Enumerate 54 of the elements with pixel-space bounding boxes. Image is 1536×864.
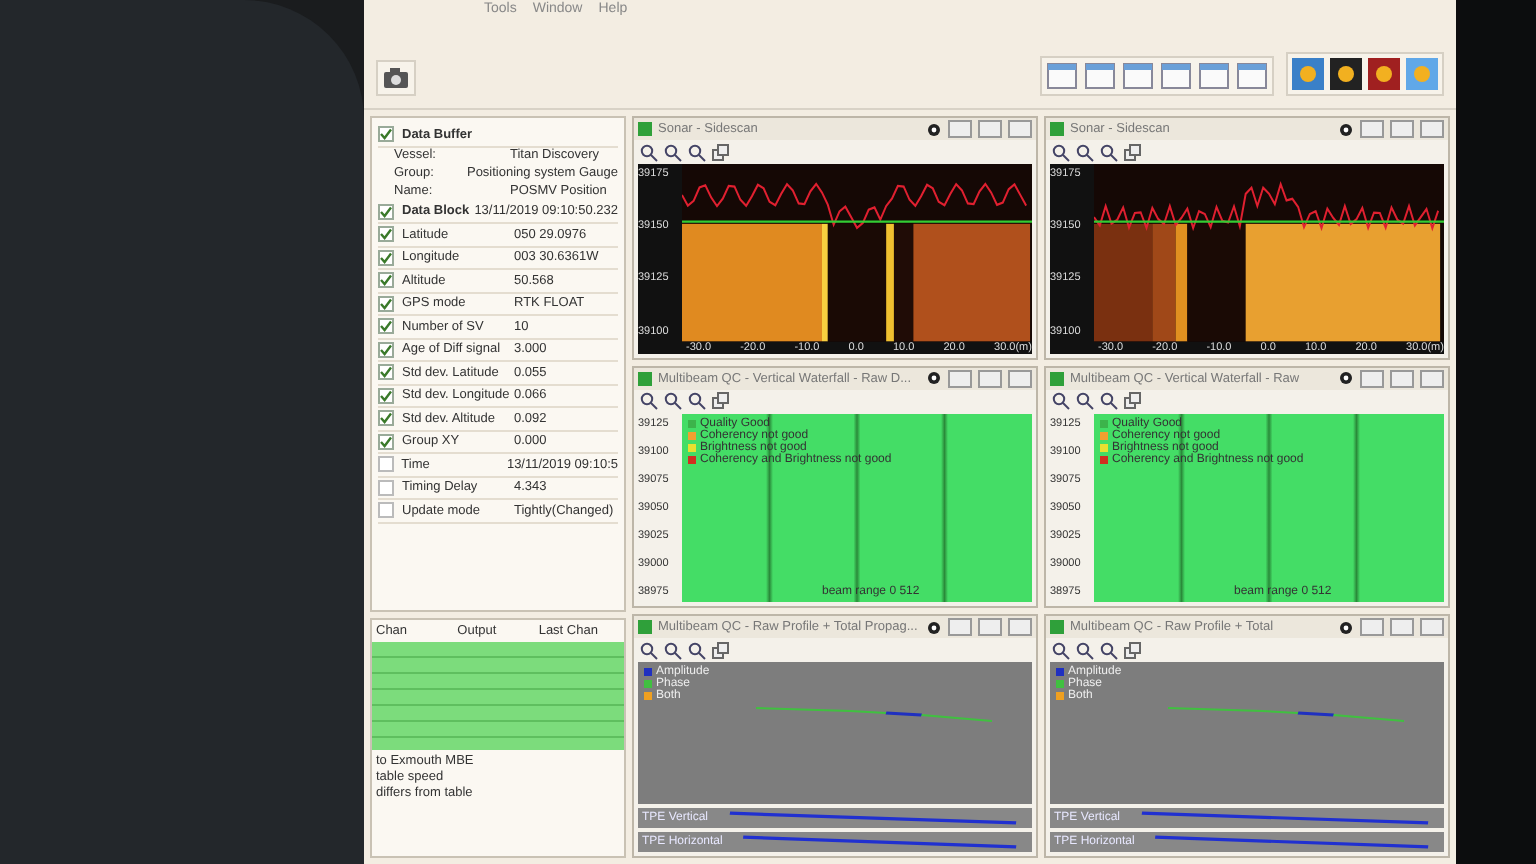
zoom-icon[interactable] bbox=[1076, 641, 1094, 660]
sun-icon[interactable] bbox=[1368, 58, 1400, 90]
zoom-icon[interactable] bbox=[1052, 392, 1070, 411]
checkbox[interactable] bbox=[378, 410, 394, 427]
layers-icon[interactable] bbox=[712, 143, 730, 161]
zoom-icon[interactable] bbox=[640, 143, 658, 161]
zoom-icon[interactable] bbox=[688, 641, 706, 660]
app-icon bbox=[1050, 122, 1064, 136]
zoom-icon[interactable] bbox=[1100, 143, 1118, 161]
zoom-icon[interactable] bbox=[1076, 143, 1094, 161]
checkbox[interactable] bbox=[378, 295, 394, 312]
zoom-icon[interactable] bbox=[1100, 392, 1118, 411]
app-icon bbox=[638, 122, 652, 136]
layers-icon[interactable] bbox=[712, 392, 730, 411]
window-icon[interactable] bbox=[1198, 62, 1230, 90]
checkbox[interactable] bbox=[378, 272, 394, 289]
checkbox[interactable] bbox=[378, 456, 394, 473]
zoom-icon[interactable] bbox=[640, 641, 658, 660]
checkbox[interactable] bbox=[378, 226, 394, 243]
zoom-icon[interactable] bbox=[1052, 641, 1070, 660]
layers-icon[interactable] bbox=[1124, 143, 1142, 161]
checkbox[interactable] bbox=[378, 341, 394, 358]
checkbox[interactable] bbox=[378, 249, 394, 266]
window-icon[interactable] bbox=[1046, 62, 1078, 90]
app-icon bbox=[1050, 371, 1064, 386]
zoom-icon[interactable] bbox=[664, 641, 682, 660]
window-icon[interactable] bbox=[1236, 62, 1268, 90]
checkbox[interactable] bbox=[378, 126, 394, 143]
zoom-icon[interactable] bbox=[1100, 641, 1118, 660]
app-icon bbox=[1050, 620, 1064, 635]
zoom-icon[interactable] bbox=[664, 392, 682, 411]
checkbox[interactable] bbox=[378, 364, 394, 381]
checkbox[interactable] bbox=[378, 318, 394, 335]
layers-icon[interactable] bbox=[712, 641, 730, 660]
window-icon[interactable] bbox=[1122, 62, 1154, 90]
checkbox[interactable] bbox=[378, 387, 394, 404]
layers-icon[interactable] bbox=[1124, 392, 1142, 411]
sun-icon[interactable] bbox=[1330, 58, 1362, 90]
checkbox[interactable] bbox=[378, 479, 394, 496]
checkbox[interactable] bbox=[378, 433, 394, 450]
app-icon bbox=[638, 620, 652, 635]
zoom-icon[interactable] bbox=[1052, 143, 1070, 161]
window-icon[interactable] bbox=[1084, 62, 1116, 90]
window-icon[interactable] bbox=[1160, 62, 1192, 90]
layers-icon[interactable] bbox=[1124, 641, 1142, 660]
checkbox[interactable] bbox=[378, 502, 394, 519]
zoom-icon[interactable] bbox=[688, 392, 706, 411]
zoom-icon[interactable] bbox=[1076, 392, 1094, 411]
camera-icon[interactable] bbox=[382, 66, 410, 90]
app-icon bbox=[638, 371, 652, 386]
zoom-icon[interactable] bbox=[688, 143, 706, 161]
checkbox[interactable] bbox=[378, 203, 394, 220]
zoom-icon[interactable] bbox=[664, 143, 682, 161]
zoom-icon[interactable] bbox=[640, 392, 658, 411]
